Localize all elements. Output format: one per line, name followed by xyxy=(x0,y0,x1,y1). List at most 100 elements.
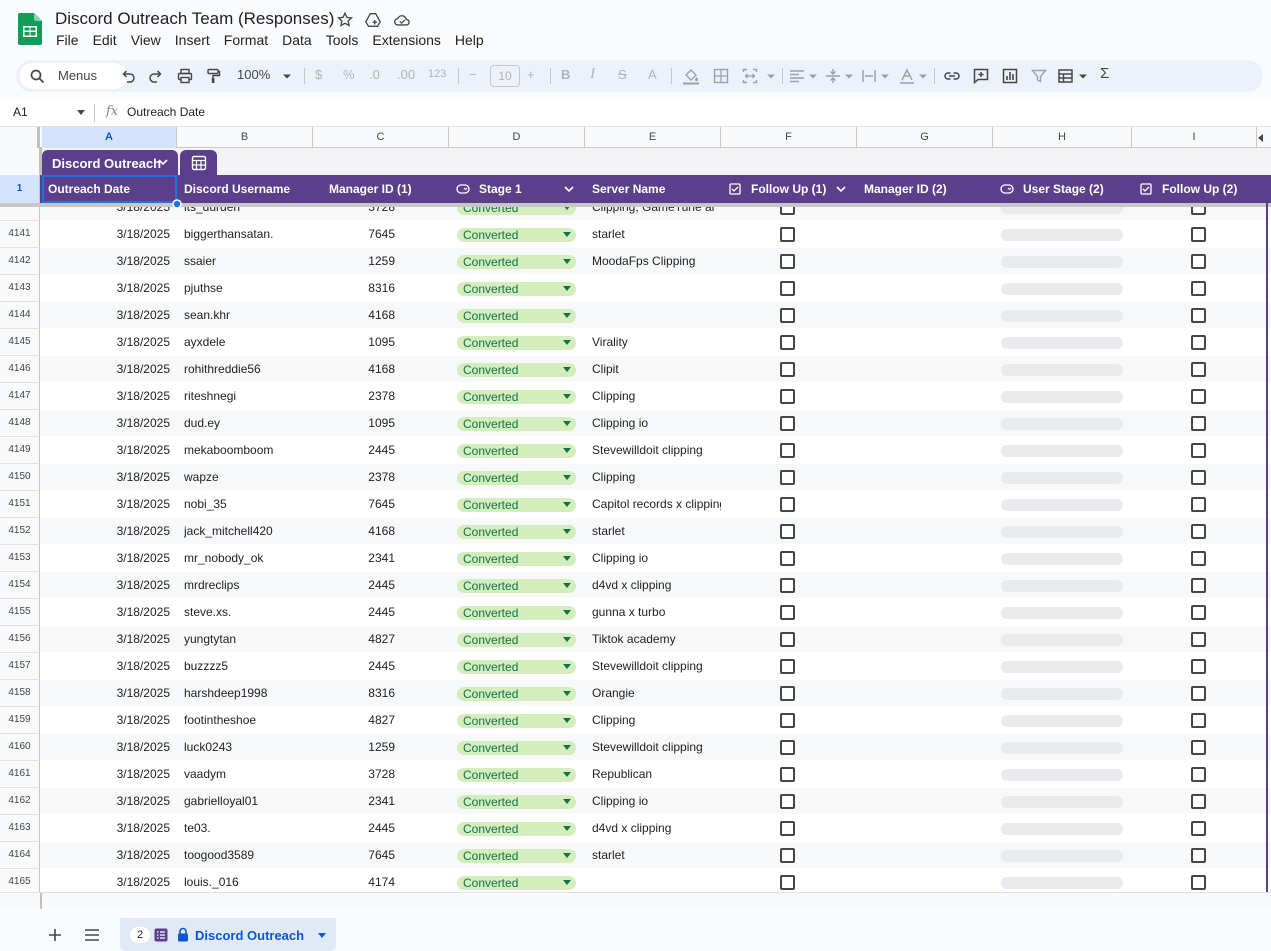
header-manager-id-1[interactable]: Manager ID (1) xyxy=(329,175,447,203)
cell-manager-id-1[interactable]: 4168 xyxy=(313,356,395,383)
row-header[interactable]: 4144 xyxy=(0,302,40,329)
cell-manager-id-1[interactable]: 2445 xyxy=(313,572,395,599)
paint-format-icon[interactable] xyxy=(204,67,222,85)
bold-icon[interactable]: B xyxy=(561,67,570,82)
column-header-e[interactable]: E xyxy=(585,127,721,149)
menu-format[interactable]: Format xyxy=(217,31,275,49)
follow-up-2-checkbox[interactable] xyxy=(1191,767,1206,782)
valign-dropdown-icon[interactable] xyxy=(840,67,858,85)
column-header-c[interactable]: C xyxy=(313,127,449,149)
row-header[interactable]: 4161 xyxy=(0,761,40,788)
table-row[interactable]: 4143 3/18/2025 pjuthse 8316 Converted xyxy=(0,275,1271,302)
follow-up-2-checkbox[interactable] xyxy=(1191,497,1206,512)
currency-format-button[interactable]: $ xyxy=(315,67,322,82)
cell-discord-username[interactable]: sean.khr xyxy=(184,302,310,329)
cell-discord-username[interactable]: toogood3589 xyxy=(184,842,310,869)
table-row[interactable]: 4148 3/18/2025 dud.ey 1095 Converted Clipping… xyxy=(0,410,1271,437)
name-box[interactable]: A1 xyxy=(13,105,28,119)
stage-chip[interactable]: Converted xyxy=(457,768,576,782)
cell-server-name[interactable]: Clipping xyxy=(592,707,721,734)
follow-up-1-checkbox[interactable] xyxy=(780,254,795,269)
row-header[interactable]: 4162 xyxy=(0,788,40,815)
follow-up-2-checkbox[interactable] xyxy=(1191,227,1206,242)
cell-server-name[interactable]: Stevewilldoit clipping xyxy=(592,653,721,680)
user-stage-2-empty-chip[interactable] xyxy=(1001,256,1123,268)
zoom-select[interactable]: 100% xyxy=(237,67,270,82)
stage-chip[interactable]: Converted xyxy=(457,390,576,404)
cell-discord-username[interactable]: gabrielloyal01 xyxy=(184,788,310,815)
user-stage-2-empty-chip[interactable] xyxy=(1001,283,1123,295)
row-header[interactable]: 4160 xyxy=(0,734,40,761)
increase-font-size-icon[interactable]: + xyxy=(527,67,535,82)
follow-up-1-checkbox[interactable] xyxy=(780,281,795,296)
header-server-name[interactable]: Server Name xyxy=(592,175,720,203)
user-stage-2-empty-chip[interactable] xyxy=(1001,445,1123,457)
follow-up-1-checkbox[interactable] xyxy=(780,821,795,836)
cell-discord-username[interactable]: biggerthansatan. xyxy=(184,221,310,248)
follow-up-2-checkbox[interactable] xyxy=(1191,578,1206,593)
row-header[interactable]: 4143 xyxy=(0,275,40,302)
cell-server-name[interactable] xyxy=(592,302,721,329)
row-header[interactable]: 4148 xyxy=(0,410,40,437)
table-row[interactable]: 4142 3/18/2025 ssaier 1259 Converted MoodaFps… xyxy=(0,248,1271,275)
follow-up-1-checkbox[interactable] xyxy=(780,497,795,512)
cell-outreach-date[interactable]: 3/18/2025 xyxy=(42,707,170,734)
user-stage-2-empty-chip[interactable] xyxy=(1001,688,1123,700)
cell-discord-username[interactable]: dud.ey xyxy=(184,410,310,437)
table-row[interactable]: 4147 3/18/2025 riteshnegi 2378 Converted Clip… xyxy=(0,383,1271,410)
scroll-left-icon[interactable] xyxy=(1258,134,1264,142)
zoom-dropdown-icon[interactable] xyxy=(278,67,296,85)
stage-chip[interactable]: Converted xyxy=(457,282,576,296)
follow-up-1-checkbox[interactable] xyxy=(780,713,795,728)
cell-manager-id-1[interactable]: 2445 xyxy=(313,437,395,464)
row-header[interactable]: 4164 xyxy=(0,842,40,869)
cell-outreach-date[interactable]: 3/18/2025 xyxy=(42,842,170,869)
cell-manager-id-1[interactable]: 2445 xyxy=(313,599,395,626)
cell-discord-username[interactable]: wapze xyxy=(184,464,310,491)
user-stage-2-empty-chip[interactable] xyxy=(1001,661,1123,673)
user-stage-2-empty-chip[interactable] xyxy=(1001,634,1123,646)
cell-manager-id-1[interactable]: 7645 xyxy=(313,221,395,248)
stage-chip[interactable]: Converted xyxy=(457,228,576,242)
cell-outreach-date[interactable]: 3/18/2025 xyxy=(42,221,170,248)
follow-up-2-checkbox[interactable] xyxy=(1191,821,1206,836)
header-stage-1[interactable]: Stage 1 xyxy=(479,175,559,203)
follow-up-2-checkbox[interactable] xyxy=(1191,335,1206,350)
cell-manager-id-1[interactable]: 4168 xyxy=(313,302,395,329)
follow-up-1-checkbox[interactable] xyxy=(780,875,795,890)
row-header[interactable]: 4150 xyxy=(0,464,40,491)
follow-up-1-checkbox[interactable] xyxy=(780,686,795,701)
table-row[interactable]: 4152 3/18/2025 jack_mitchell420 4168 Convert… xyxy=(0,518,1271,545)
user-stage-2-empty-chip[interactable] xyxy=(1001,526,1123,538)
stage-chip[interactable]: Converted xyxy=(457,417,576,431)
name-box-dropdown-icon[interactable] xyxy=(77,110,85,116)
add-sheet-icon[interactable] xyxy=(47,927,63,943)
menu-edit[interactable]: Edit xyxy=(86,31,124,49)
stage-chip[interactable]: Converted xyxy=(457,444,576,458)
row-header[interactable]: 4159 xyxy=(0,707,40,734)
table-row[interactable]: 4159 3/18/2025 footintheshoe 4827 Converted C… xyxy=(0,707,1271,734)
cell-outreach-date[interactable]: 3/18/2025 xyxy=(42,788,170,815)
star-icon[interactable] xyxy=(336,11,354,29)
column-header-a[interactable]: A xyxy=(42,127,177,149)
print-icon[interactable] xyxy=(176,67,194,85)
cell-server-name[interactable]: starlet xyxy=(592,842,721,869)
cell-outreach-date[interactable]: 3/18/2025 xyxy=(42,518,170,545)
menu-data[interactable]: Data xyxy=(275,31,319,49)
cell-manager-id-1[interactable]: 1259 xyxy=(313,734,395,761)
cell-server-name[interactable]: d4vd x clipping xyxy=(592,572,721,599)
menus-search-button[interactable]: Menus xyxy=(20,63,127,89)
follow-up-2-checkbox[interactable] xyxy=(1191,848,1206,863)
cell-outreach-date[interactable]: 3/18/2025 xyxy=(42,761,170,788)
row-header[interactable]: 4149 xyxy=(0,437,40,464)
table-row[interactable]: 4157 3/18/2025 buzzzz5 2445 Converted Stevewi… xyxy=(0,653,1271,680)
table-row[interactable]: 4146 3/18/2025 rohithreddie56 4168 Converted… xyxy=(0,356,1271,383)
cell-outreach-date[interactable]: 3/18/2025 xyxy=(42,383,170,410)
cell-server-name[interactable]: starlet xyxy=(592,221,721,248)
follow-up-2-checkbox[interactable] xyxy=(1191,794,1206,809)
undo-icon[interactable] xyxy=(119,67,137,85)
cell-discord-username[interactable]: mekaboomboom xyxy=(184,437,310,464)
cell-server-name[interactable]: gunna x turbo xyxy=(592,599,721,626)
stage-chip[interactable]: Converted xyxy=(457,849,576,863)
cell-outreach-date[interactable]: 3/18/2025 xyxy=(42,653,170,680)
